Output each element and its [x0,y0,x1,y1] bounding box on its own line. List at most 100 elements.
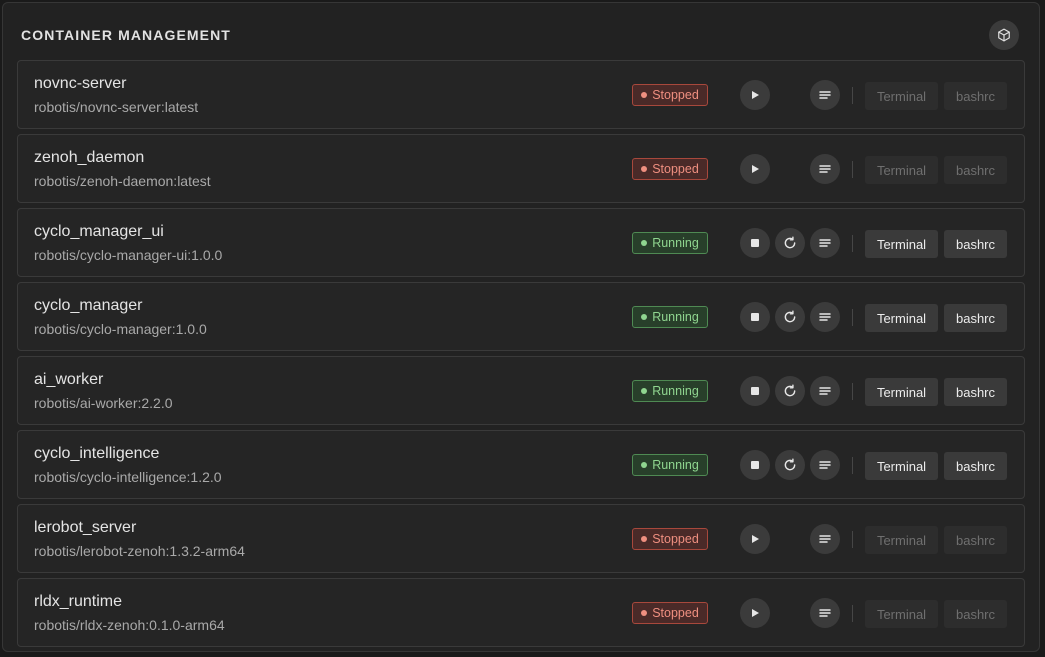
bashrc-button[interactable]: bashrc [944,600,1007,628]
start-button[interactable] [740,524,770,554]
restart-button[interactable] [775,450,805,480]
logs-button[interactable] [810,154,840,184]
stop-button[interactable] [740,302,770,332]
container-name: novnc-server [34,75,127,92]
play-icon [750,164,760,174]
status-dot-icon [641,240,648,246]
status-dot-icon [641,462,648,468]
bashrc-button[interactable]: bashrc [944,82,1007,110]
play-icon [750,608,760,618]
logs-button[interactable] [810,228,840,258]
divider [852,605,853,622]
restart-button[interactable] [775,228,805,258]
divider [852,457,853,474]
logs-button[interactable] [810,376,840,406]
status-text: Stopped [652,532,699,546]
status-dot-icon [641,92,648,98]
container-row: zenoh_daemon robotis/zenoh-daemon:latest S… [17,134,1025,203]
restart-icon [783,310,797,324]
status-dot-icon [641,388,648,394]
container-list: novnc-server robotis/novnc-server:latest S… [17,60,1025,652]
status-text: Running [652,310,699,324]
restart-icon [783,458,797,472]
container-name: cyclo_manager_ui [34,223,164,240]
status-text: Stopped [652,606,699,620]
bashrc-button[interactable]: bashrc [944,452,1007,480]
divider [852,531,853,548]
bashrc-button[interactable]: bashrc [944,526,1007,554]
logs-icon [819,533,831,545]
container-row: cyclo_manager_ui robotis/cyclo-manager-ui… [17,208,1025,277]
logs-icon [819,385,831,397]
logs-icon [819,89,831,101]
container-image: robotis/ai-worker:2.2.0 [34,395,173,411]
container-row: novnc-server robotis/novnc-server:latest S… [17,60,1025,129]
terminal-button[interactable]: Terminal [865,526,938,554]
bashrc-button[interactable]: bashrc [944,230,1007,258]
terminal-button[interactable]: Terminal [865,304,938,332]
container-image: robotis/rldx-zenoh:0.1.0-arm64 [34,617,225,633]
container-row: lerobot_server robotis/lerobot-zenoh:1.3.… [17,504,1025,573]
play-icon [750,90,760,100]
status-dot-icon [641,166,648,172]
stop-icon [750,312,760,322]
bashrc-button[interactable]: bashrc [944,304,1007,332]
logs-icon [819,237,831,249]
container-name: ai_worker [34,371,104,388]
logs-button[interactable] [810,80,840,110]
logs-button[interactable] [810,302,840,332]
terminal-button[interactable]: Terminal [865,378,938,406]
cube-icon[interactable] [989,20,1019,50]
status-badge: Running [632,232,708,254]
bashrc-button[interactable]: bashrc [944,378,1007,406]
divider [852,383,853,400]
divider [852,235,853,252]
logs-button[interactable] [810,524,840,554]
stop-button[interactable] [740,450,770,480]
stop-icon [750,238,760,248]
start-button[interactable] [740,598,770,628]
divider [852,161,853,178]
container-row: ai_worker robotis/ai-worker:2.2.0 Running T… [17,356,1025,425]
status-dot-icon [641,314,648,320]
container-image: robotis/zenoh-daemon:latest [34,173,211,189]
container-row: cyclo_intelligence robotis/cyclo-intellig… [17,430,1025,499]
terminal-button[interactable]: Terminal [865,452,938,480]
container-image: robotis/cyclo-manager-ui:1.0.0 [34,247,223,263]
stop-button[interactable] [740,376,770,406]
status-text: Running [652,236,699,250]
restart-icon [783,384,797,398]
logs-icon [819,459,831,471]
status-badge: Running [632,306,708,328]
restart-button[interactable] [775,376,805,406]
logs-button[interactable] [810,450,840,480]
start-button[interactable] [740,154,770,184]
status-text: Stopped [652,162,699,176]
stop-button[interactable] [740,228,770,258]
container-management-panel: CONTAINER MANAGEMENT novnc-server robotis… [2,2,1040,652]
play-icon [750,534,760,544]
container-row: rldx_runtime robotis/rldx-zenoh:0.1.0-arm… [17,578,1025,647]
terminal-button[interactable]: Terminal [865,600,938,628]
start-button[interactable] [740,80,770,110]
terminal-button[interactable]: Terminal [865,156,938,184]
status-badge: Stopped [632,528,708,550]
terminal-button[interactable]: Terminal [865,82,938,110]
divider [852,87,853,104]
status-badge: Running [632,454,708,476]
logs-button[interactable] [810,598,840,628]
container-image: robotis/lerobot-zenoh:1.3.2-arm64 [34,543,245,559]
bashrc-button[interactable]: bashrc [944,156,1007,184]
stop-icon [750,460,760,470]
container-name: rldx_runtime [34,593,123,610]
logs-icon [819,163,831,175]
container-name: cyclo_manager [34,297,143,314]
container-name: zenoh_daemon [34,149,145,166]
restart-icon [783,236,797,250]
panel-title: CONTAINER MANAGEMENT [21,27,231,43]
terminal-button[interactable]: Terminal [865,230,938,258]
restart-button[interactable] [775,302,805,332]
container-image: robotis/cyclo-manager:1.0.0 [34,321,207,337]
container-row: cyclo_manager robotis/cyclo-manager:1.0.0… [17,282,1025,351]
status-dot-icon [641,610,648,616]
